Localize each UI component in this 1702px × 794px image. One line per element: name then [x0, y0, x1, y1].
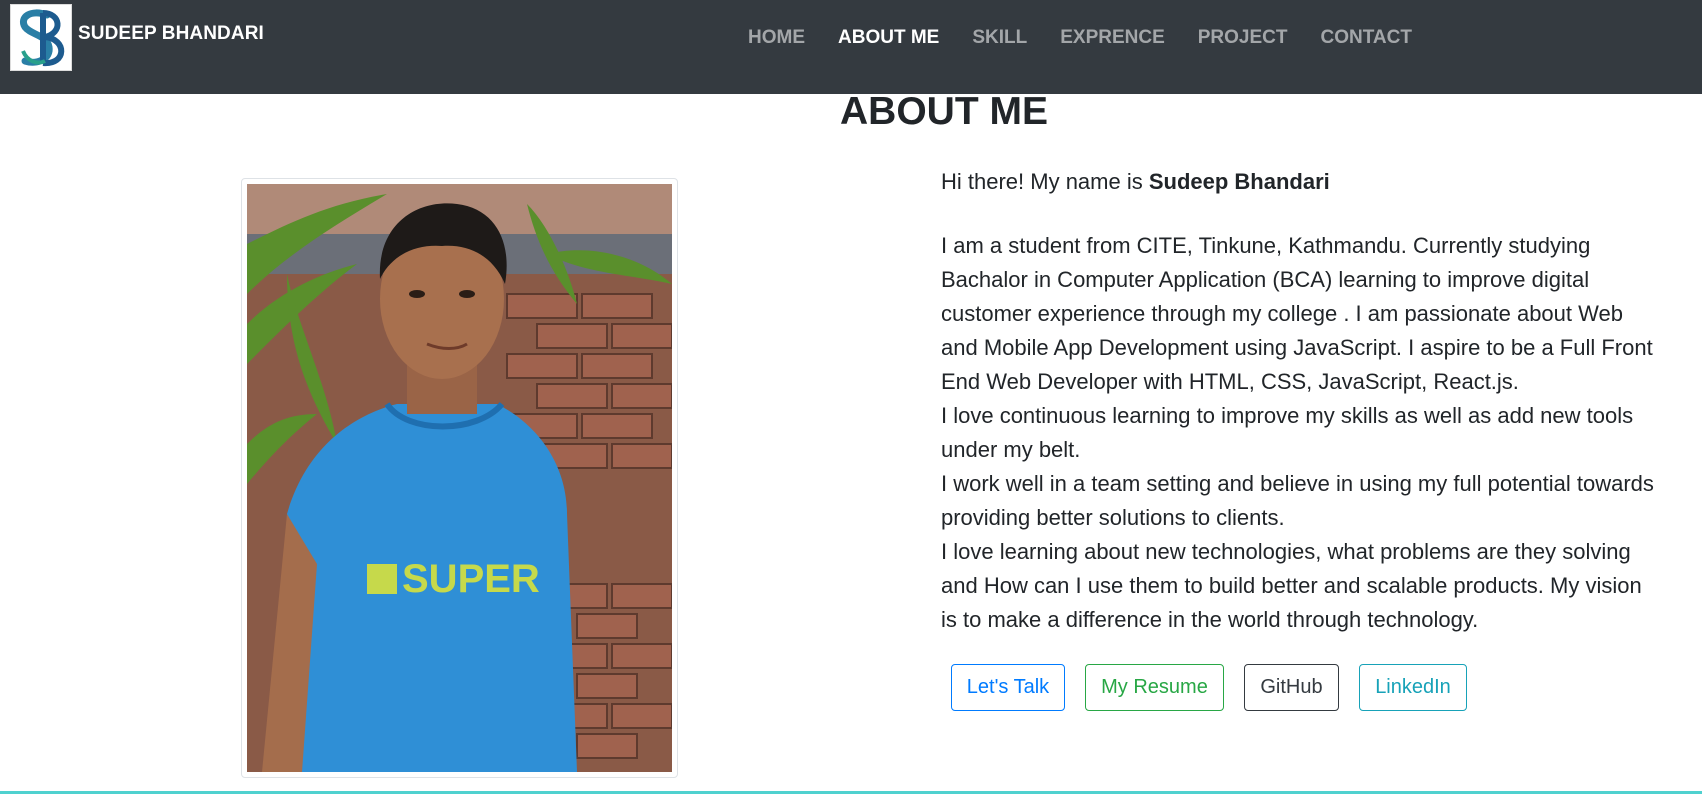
profile-photo-frame: SUPER: [241, 178, 678, 778]
nav-link-skill[interactable]: SKILL: [972, 27, 1027, 49]
nav-link-project[interactable]: PROJECT: [1198, 27, 1288, 49]
about-text: Hi there! My name is Sudeep Bhandari I a…: [941, 165, 1661, 637]
navbar: SUDEEP BHANDARI HOME ABOUT ME SKILL EXPR…: [0, 0, 1702, 94]
profile-photo: SUPER: [247, 184, 672, 772]
greeting-name: Sudeep Bhandari: [1148, 169, 1330, 194]
action-buttons: Let's Talk My Resume GitHub LinkedIn: [951, 664, 1487, 711]
about-paragraph: I love continuous learning to improve my…: [941, 403, 1634, 462]
nav-link-exprence[interactable]: EXPRENCE: [1060, 27, 1165, 49]
brand-name: SUDEEP BHANDARI: [78, 22, 264, 44]
about-paragraph: I am a student from CITE, Tinkune, Kathm…: [941, 233, 1653, 394]
my-resume-button[interactable]: My Resume: [1085, 664, 1224, 711]
lets-talk-button[interactable]: Let's Talk: [951, 664, 1065, 711]
page-title: ABOUT ME: [840, 90, 1048, 133]
about-paragraph: I work well in a team setting and believ…: [941, 471, 1654, 530]
svg-text:SUPER: SUPER: [402, 557, 540, 601]
about-paragraph: I love learning about new technologies, …: [941, 539, 1642, 632]
brand-link[interactable]: SUDEEP BHANDARI: [10, 4, 264, 71]
github-button[interactable]: GitHub: [1244, 664, 1339, 711]
linkedin-button[interactable]: LinkedIn: [1359, 664, 1467, 711]
greeting-prefix: Hi there! My name is: [941, 169, 1149, 194]
greeting: Hi there! My name is Sudeep Bhandari: [941, 165, 1661, 199]
nav-menu: HOME ABOUT ME SKILL EXPRENCE PROJECT CON…: [748, 27, 1445, 49]
nav-link-home[interactable]: HOME: [748, 27, 805, 49]
nav-link-contact[interactable]: CONTACT: [1321, 27, 1412, 49]
nav-link-about-me[interactable]: ABOUT ME: [838, 27, 939, 49]
sb-logo-icon: [10, 4, 72, 71]
